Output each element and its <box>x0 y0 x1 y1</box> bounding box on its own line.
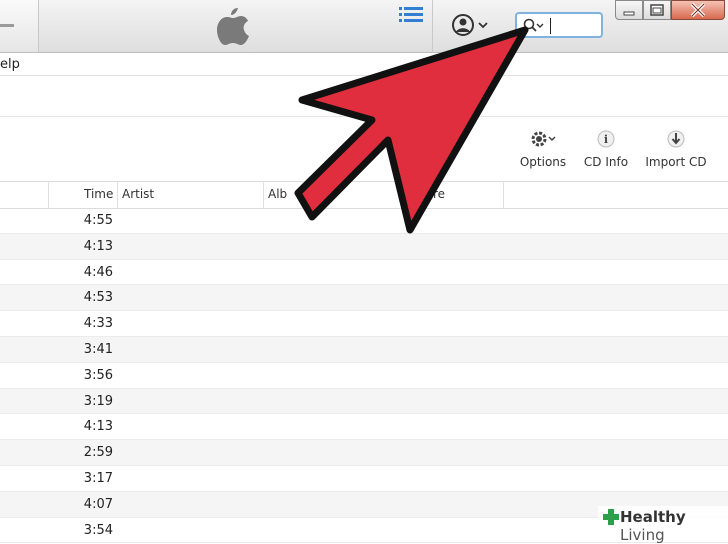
window-close-button[interactable] <box>671 0 725 20</box>
column-header-time[interactable]: Time <box>84 187 113 201</box>
table-row[interactable]: 4:13 <box>0 414 728 441</box>
menu-bar: elp <box>0 53 728 76</box>
track-time: 4:33 <box>83 316 113 332</box>
track-time: 4:55 <box>83 213 113 228</box>
options-label: Options <box>519 155 567 169</box>
table-row[interactable]: 3:19 <box>0 388 728 415</box>
minimize-player-button[interactable] <box>0 0 39 52</box>
track-time: 4:13 <box>83 238 113 254</box>
watermark-brand-bold: Healthy <box>620 508 686 526</box>
dash-icon <box>0 24 14 27</box>
track-time: 3:17 <box>83 470 113 486</box>
track-time: 4:46 <box>83 264 113 280</box>
table-row[interactable]: 4:13 <box>0 233 728 260</box>
column-divider[interactable] <box>48 182 49 208</box>
apple-logo-icon <box>217 8 249 45</box>
download-icon <box>667 130 685 148</box>
track-time: 4:07 <box>83 496 113 512</box>
watermark-logo: Healthy Living <box>598 506 728 544</box>
table-row[interactable]: 4:53 <box>0 285 728 312</box>
track-time: 4:13 <box>83 419 113 435</box>
info-icon: i <box>597 130 615 148</box>
window-maximize-button[interactable] <box>643 0 671 20</box>
track-table-header: Time Artist Alb re <box>0 181 728 209</box>
column-header-genre[interactable]: re <box>433 187 445 201</box>
table-row[interactable]: 4:33 <box>0 311 728 337</box>
watermark-text: Healthy Living <box>620 508 728 544</box>
column-divider[interactable] <box>503 182 504 208</box>
import-cd-button[interactable]: Import CD <box>644 129 708 169</box>
maximize-icon <box>650 4 664 16</box>
search-input[interactable] <box>515 12 603 38</box>
gear-icon <box>531 131 556 147</box>
cd-info-label: CD Info <box>583 155 629 169</box>
import-cd-label: Import CD <box>645 155 707 169</box>
health-plus-icon <box>603 509 619 525</box>
column-divider[interactable] <box>263 182 264 208</box>
table-row[interactable]: 3:56 <box>0 363 728 389</box>
track-list: 4:55 4:13 4:46 4:53 4:33 3:41 3:56 3:19 … <box>0 208 728 544</box>
cd-toolbar: Options i CD Info Import CD <box>0 116 728 181</box>
title-bar <box>0 0 728 53</box>
svg-text:i: i <box>604 133 608 146</box>
column-header-artist[interactable]: Artist <box>122 187 154 201</box>
table-row[interactable]: 4:46 <box>0 260 728 286</box>
table-row[interactable]: 3:41 <box>0 336 728 363</box>
table-row[interactable]: 3:17 <box>0 466 728 492</box>
window-minimize-button[interactable] <box>615 0 643 20</box>
table-row[interactable]: 2:59 <box>0 440 728 466</box>
close-icon <box>690 2 706 18</box>
column-divider[interactable] <box>117 182 118 208</box>
options-button[interactable]: Options <box>518 129 568 169</box>
track-time: 3:19 <box>83 393 113 409</box>
table-row[interactable]: 4:55 <box>0 208 728 234</box>
track-time: 4:53 <box>83 290 113 306</box>
account-icon[interactable] <box>451 13 491 37</box>
minimize-icon <box>623 11 635 16</box>
search-icon <box>523 18 544 32</box>
text-cursor <box>550 18 551 34</box>
column-header-album[interactable]: Alb <box>268 187 287 201</box>
list-view-icon[interactable] <box>399 7 423 23</box>
track-time: 2:59 <box>83 445 113 461</box>
menu-item-help[interactable]: elp <box>0 57 20 72</box>
title-divider <box>432 0 433 52</box>
track-time: 3:41 <box>83 341 113 357</box>
track-time: 3:56 <box>83 367 113 383</box>
cd-info-button[interactable]: i CD Info <box>582 129 630 169</box>
track-time: 3:54 <box>83 522 113 538</box>
